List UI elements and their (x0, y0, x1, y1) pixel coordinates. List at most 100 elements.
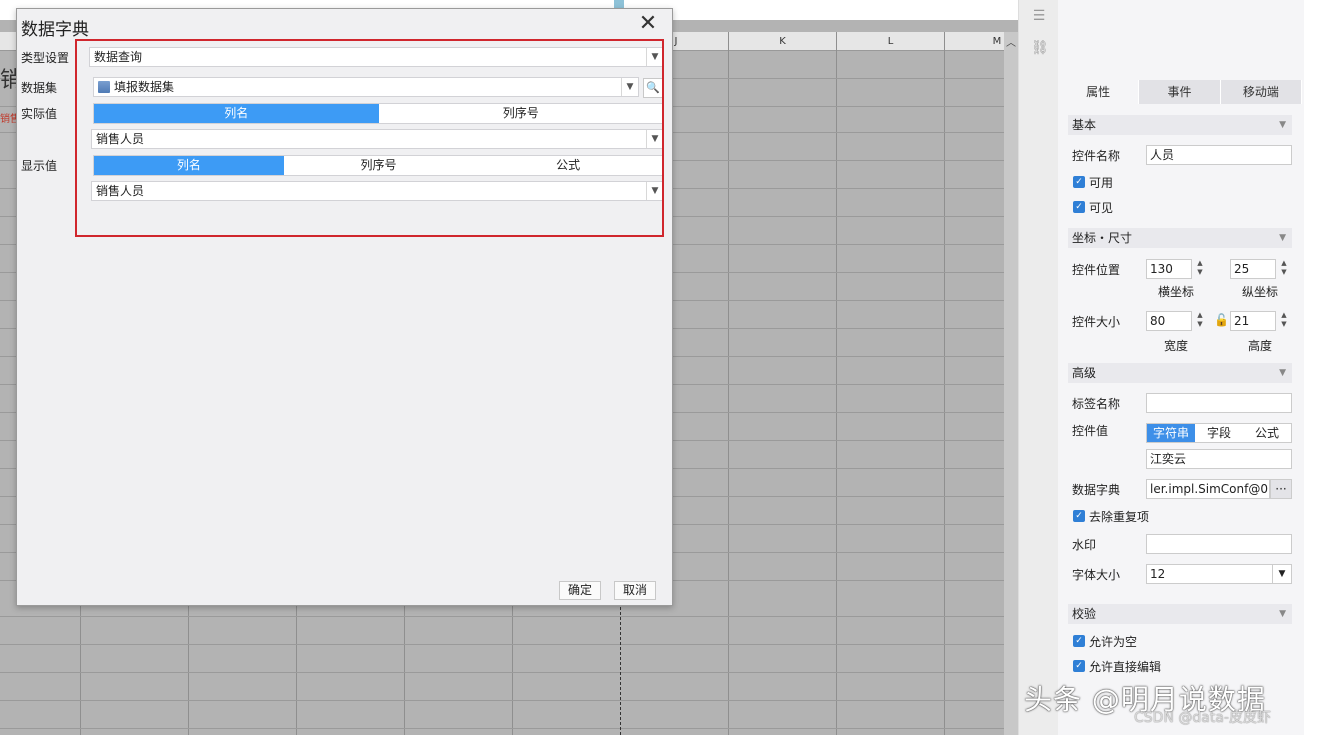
width-stepper[interactable]: ▲ ▼ (1194, 311, 1206, 331)
close-icon[interactable]: ✕ (637, 13, 659, 35)
font-size-select[interactable]: 12 ▼ (1146, 564, 1292, 584)
dataset-value: 填报数据集 (114, 80, 175, 94)
actual-mode-column-name[interactable]: 列名 (94, 104, 379, 123)
dataset-label: 数据集 (21, 81, 58, 95)
chevron-down-icon[interactable]: ▼ (646, 130, 663, 148)
height-input[interactable]: 21 (1230, 311, 1276, 331)
lock-icon[interactable]: 🔓 (1214, 313, 1229, 327)
type-setting-select[interactable]: 数据查询 ▼ (89, 47, 664, 67)
data-dictionary-input[interactable]: ler.impl.SimConf@0]] (1146, 479, 1270, 499)
panel-tabs: 属性 事件 移动端 (1058, 80, 1302, 104)
actual-value-label: 实际值 (21, 107, 58, 121)
watermark-input[interactable] (1146, 534, 1292, 554)
enabled-label: 可用 (1089, 176, 1114, 190)
section-title: 坐标・尺寸 (1072, 231, 1133, 245)
chevron-up-icon[interactable]: ︿ (1006, 34, 1016, 49)
section-basic[interactable]: 基本 ▼ (1068, 115, 1292, 135)
section-title: 校验 (1072, 607, 1097, 621)
chevron-down-icon[interactable]: ▼ (646, 182, 663, 200)
visible-checkbox[interactable]: ✓ (1073, 201, 1085, 213)
allow-empty-checkbox[interactable]: ✓ (1073, 635, 1085, 647)
display-mode-formula[interactable]: 公式 (473, 156, 663, 175)
height-stepper[interactable]: ▲ ▼ (1278, 311, 1290, 331)
widget-list-icon[interactable]: ☰ (1031, 8, 1047, 24)
side-toolbar: ☰ ⛓ (1018, 0, 1059, 735)
section-title: 高级 (1072, 366, 1097, 380)
allow-empty-label: 允许为空 (1089, 635, 1138, 649)
tag-name-label: 标签名称 (1072, 397, 1121, 411)
watermark-label: 水印 (1072, 538, 1097, 552)
ok-button[interactable]: 确定 (559, 581, 602, 600)
display-value-value: 销售人员 (96, 184, 145, 198)
collapse-icon: ▼ (1279, 233, 1286, 243)
position-label: 控件位置 (1072, 263, 1121, 277)
x-stepper[interactable]: ▲ ▼ (1194, 259, 1206, 279)
actual-mode-column-index[interactable]: 列序号 (379, 104, 664, 123)
tab-events[interactable]: 事件 (1139, 80, 1221, 104)
data-dictionary-label: 数据字典 (1072, 483, 1121, 497)
chevron-down-icon[interactable]: ▼ (621, 78, 638, 96)
value-type-string[interactable]: 字符串 (1147, 424, 1195, 442)
grid-line (0, 616, 1004, 617)
panel-margin (1304, 0, 1324, 735)
ellipsis-icon[interactable]: ··· (1270, 479, 1292, 499)
chevron-down-icon[interactable]: ▼ (1272, 565, 1291, 583)
preview-dataset-icon[interactable]: 🔍 (643, 78, 663, 98)
y-coordinate-input[interactable]: 25 (1230, 259, 1276, 279)
width-input[interactable]: 80 (1146, 311, 1192, 331)
control-name-label: 控件名称 (1072, 149, 1121, 163)
type-setting-value: 数据查询 (94, 50, 143, 64)
link-icon[interactable]: ⛓ (1031, 40, 1049, 56)
x-coordinate-input[interactable]: 130 (1146, 259, 1192, 279)
section-validation[interactable]: 校验 ▼ (1068, 604, 1292, 624)
sheet-vertical-scrollbar[interactable]: ︿ (1004, 32, 1018, 735)
column-header-k[interactable]: K (729, 33, 836, 51)
x-coordinate-label: 横坐标 (1158, 285, 1195, 299)
y-stepper[interactable]: ▲ ▼ (1278, 259, 1290, 279)
control-value-type-toggle: 字符串 字段 公式 (1146, 423, 1292, 443)
tab-mobile[interactable]: 移动端 (1220, 80, 1302, 104)
collapse-icon: ▼ (1279, 368, 1286, 378)
display-mode-column-index[interactable]: 列序号 (284, 156, 474, 175)
size-label: 控件大小 (1072, 315, 1121, 329)
chevron-down-icon[interactable]: ▼ (646, 48, 663, 66)
grid-line (0, 728, 1004, 729)
display-mode-column-name[interactable]: 列名 (94, 156, 284, 175)
control-value-input[interactable]: 江奕云 (1146, 449, 1292, 469)
y-coordinate-label: 纵坐标 (1242, 285, 1279, 299)
section-title: 基本 (1072, 118, 1097, 132)
control-name-input[interactable]: 人员 (1146, 145, 1292, 165)
column-header-l[interactable]: L (837, 33, 944, 51)
data-dictionary-dialog: 数据字典 ✕ 类型设置 数据查询 ▼ 数据集 填报数据集 ▼ 🔍 实际值 列名 … (16, 8, 673, 606)
cancel-button[interactable]: 取消 (614, 581, 657, 600)
dialog-title: 数据字典 (21, 20, 89, 40)
allow-edit-label: 允许直接编辑 (1089, 660, 1162, 674)
dataset-icon (98, 81, 110, 93)
font-size-label: 字体大小 (1072, 568, 1121, 582)
grid-line (0, 644, 1004, 645)
section-coords-size[interactable]: 坐标・尺寸 ▼ (1068, 228, 1292, 248)
width-label: 宽度 (1164, 339, 1189, 353)
value-type-field[interactable]: 字段 (1195, 424, 1243, 442)
allow-edit-checkbox[interactable]: ✓ (1073, 660, 1085, 672)
dedupe-checkbox[interactable]: ✓ (1073, 510, 1085, 522)
section-advanced[interactable]: 高级 ▼ (1068, 363, 1292, 383)
enabled-checkbox[interactable]: ✓ (1073, 176, 1085, 188)
grid-line (0, 672, 1004, 673)
display-value-mode-toggle: 列名 列序号 公式 (93, 155, 664, 176)
visible-label: 可见 (1089, 201, 1114, 215)
collapse-icon: ▼ (1279, 609, 1286, 619)
type-setting-label: 类型设置 (21, 51, 70, 65)
control-value-label: 控件值 (1072, 424, 1109, 438)
actual-value-mode-toggle: 列名 列序号 (93, 103, 664, 124)
font-size-value: 12 (1150, 567, 1166, 581)
tab-properties[interactable]: 属性 (1058, 80, 1140, 104)
value-type-formula[interactable]: 公式 (1243, 424, 1291, 442)
dataset-select[interactable]: 填报数据集 ▼ (93, 77, 639, 97)
display-value-select[interactable]: 销售人员 ▼ (91, 181, 664, 201)
dedupe-label: 去除重复项 (1089, 510, 1150, 524)
property-panel: 属性 事件 移动端 基本 ▼ 控件名称 人员 ✓ 可用 ✓ 可见 坐标・尺寸 ▼ 控… (1058, 0, 1304, 735)
tag-name-input[interactable] (1146, 393, 1292, 413)
watermark-sub: CSDN @data-皮皮虾 (1134, 710, 1271, 726)
actual-value-select[interactable]: 销售人员 ▼ (91, 129, 664, 149)
